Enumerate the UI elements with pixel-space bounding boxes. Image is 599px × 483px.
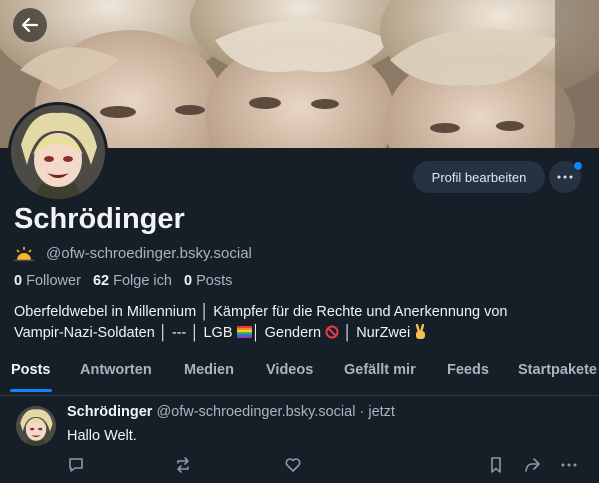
back-button[interactable] — [13, 8, 47, 42]
tab-posts[interactable]: Posts — [11, 362, 51, 378]
tab-antworten[interactable]: Antworten — [80, 362, 152, 378]
post-handle[interactable]: @ofw-schroedinger.bsky.social — [156, 404, 355, 420]
tab-medien[interactable]: Medien — [184, 362, 234, 378]
following-stat[interactable]: 62 Folge ich — [93, 273, 172, 289]
posts-stat: 0 Posts — [183, 273, 233, 289]
ellipsis-icon — [557, 175, 573, 179]
followers-stat[interactable]: 0 Follower — [14, 273, 81, 289]
arrow-left-icon — [21, 17, 39, 33]
share-icon — [525, 458, 540, 472]
bio-line-2: Vampir-Nazi-Soldaten │ --- │ LGB │ Gende… — [14, 323, 584, 344]
profile-handle: @ofw-schroedinger.bsky.social — [46, 245, 252, 262]
edit-profile-button[interactable]: Profil bearbeiten — [413, 161, 545, 193]
tab-feeds[interactable]: Feeds — [447, 362, 489, 378]
repost-icon — [177, 457, 189, 473]
profile-tabs: Posts Antworten Medien Videos Gefällt mi… — [0, 362, 599, 392]
post-header: Schrödinger @ofw-schroedinger.bsky.socia… — [67, 404, 395, 420]
post-avatar[interactable] — [16, 406, 56, 446]
tab-videos[interactable]: Videos — [266, 362, 313, 378]
profile-bio: Oberfeldwebel in Millennium │ Kämpfer fü… — [14, 302, 584, 343]
avatar-image — [11, 105, 105, 199]
notification-dot — [573, 161, 583, 171]
tab-gefaellt-mir[interactable]: Gefällt mir — [344, 362, 416, 378]
post-separator: · — [355, 404, 369, 420]
post-text: Hallo Welt. — [67, 428, 137, 444]
like-icon — [285, 458, 301, 472]
profile-avatar[interactable] — [8, 102, 108, 202]
tab-divider — [0, 395, 599, 396]
active-tab-indicator — [10, 389, 52, 392]
bookmark-icon — [491, 457, 501, 473]
sunrise-emoji-icon — [14, 246, 34, 261]
victory-hand-emoji-icon — [416, 323, 426, 339]
repost-button[interactable] — [173, 455, 193, 475]
bio-line-1: Oberfeldwebel in Millennium │ Kämpfer fü… — [14, 304, 508, 320]
more-horizontal-icon — [561, 463, 577, 467]
tab-startpakete[interactable]: Startpakete — [518, 362, 597, 378]
like-button[interactable] — [283, 455, 303, 475]
profile-stats: 0 Follower 62 Folge ich 0 Posts — [14, 273, 232, 289]
prohibited-emoji-icon — [325, 325, 339, 338]
reply-icon — [69, 458, 83, 472]
share-button[interactable] — [522, 455, 542, 475]
avatar-image — [16, 406, 56, 446]
post-time[interactable]: jetzt — [368, 404, 395, 420]
handle-row: @ofw-schroedinger.bsky.social — [14, 245, 252, 262]
reply-button[interactable] — [66, 455, 86, 475]
rainbow-flag-emoji-icon — [236, 325, 252, 338]
bookmark-button[interactable] — [486, 455, 506, 475]
post-more-button[interactable] — [559, 455, 579, 475]
display-name: Schrödinger — [14, 203, 185, 235]
post-author[interactable]: Schrödinger — [67, 404, 152, 420]
